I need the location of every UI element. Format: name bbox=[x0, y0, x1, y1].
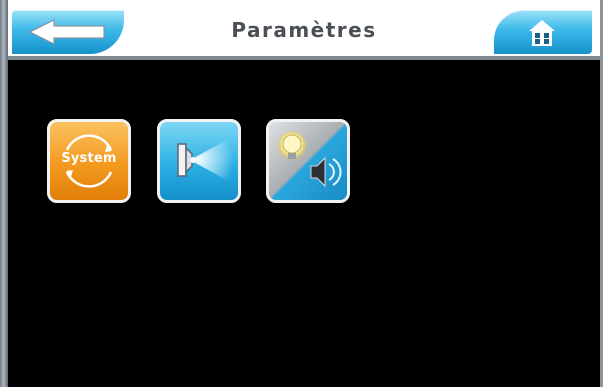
settings-screen: Paramètres System bbox=[0, 0, 603, 387]
system-settings-button[interactable]: System bbox=[47, 119, 131, 203]
light-sound-settings-button[interactable] bbox=[266, 119, 350, 203]
light-sound-icon bbox=[277, 131, 342, 188]
projector-settings-button[interactable] bbox=[157, 119, 241, 203]
projector-icon bbox=[177, 136, 234, 184]
settings-tiles: System bbox=[0, 0, 603, 387]
system-label: System bbox=[61, 151, 117, 166]
